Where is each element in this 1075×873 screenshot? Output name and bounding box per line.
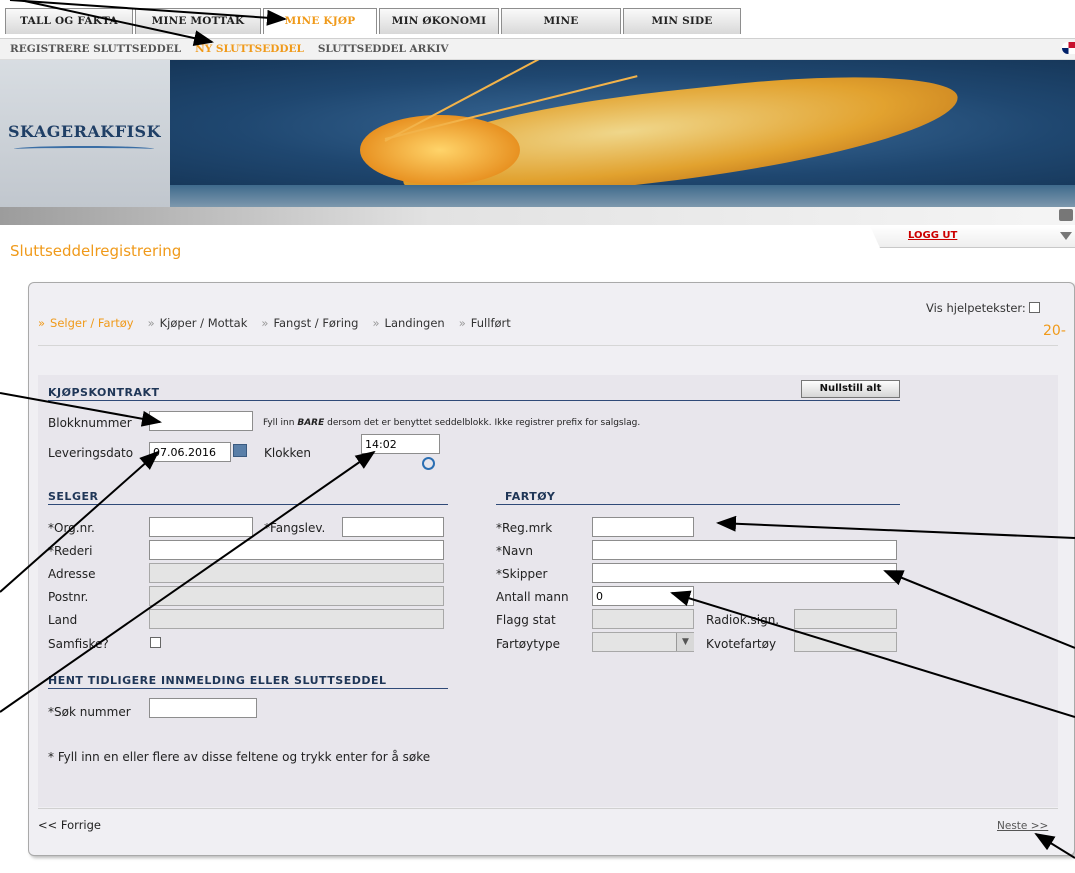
kvotefartoy-label: Kvotefartøy xyxy=(706,637,777,651)
tab-min-side[interactable]: MIN SIDE xyxy=(623,8,741,34)
section-divider xyxy=(48,688,448,689)
chevron-icon: » xyxy=(147,316,155,330)
fangslev-label: *Fangslev. xyxy=(264,521,326,535)
reset-all-button[interactable]: Nullstill alt xyxy=(801,380,900,398)
klokken-label: Klokken xyxy=(264,446,312,460)
klokken-input[interactable] xyxy=(361,434,440,454)
postnr-input[interactable] xyxy=(149,586,444,606)
section-title-hent: HENT TIDLIGERE INNMELDING ELLER SLUTTSED… xyxy=(48,674,387,687)
orgnr-label: *Org.nr. xyxy=(48,521,95,535)
seabed-image xyxy=(170,185,1075,207)
land-input[interactable] xyxy=(149,609,444,629)
skipper-input[interactable] xyxy=(592,563,897,583)
subnav-registrere-sluttseddel[interactable]: REGISTRERE SLUTTSEDDEL xyxy=(10,43,181,55)
banner-image: SKAGERAKFISK xyxy=(0,60,1075,207)
step-fangst-foring[interactable]: » Fangst / Føring xyxy=(261,316,358,330)
help-toggle: Vis hjelpetekster: xyxy=(926,301,1041,315)
blokknummer-label: Blokknummer xyxy=(48,416,132,430)
adresse-label: Adresse xyxy=(48,567,96,581)
printer-icon[interactable] xyxy=(1059,209,1073,221)
subnav-sluttseddel-arkiv[interactable]: SLUTTSEDDEL ARKIV xyxy=(318,43,449,55)
sub-navigation: REGISTRERE SLUTTSEDDEL NY SLUTTSEDDEL SL… xyxy=(0,38,1075,60)
chevron-icon: » xyxy=(458,316,466,330)
page-title: Sluttseddelregistrering xyxy=(10,242,182,260)
tab-mine-rapporter[interactable]: MINE RAPPORTER xyxy=(501,8,621,51)
orgnr-input[interactable] xyxy=(149,517,253,537)
radiok-sign-label: Radiok.sign. xyxy=(706,613,780,627)
step-landingen[interactable]: » Landingen xyxy=(372,316,444,330)
wizard-steps: » Selger / Fartøy » Kjøper / Mottak » Fangs… xyxy=(38,316,525,330)
grey-strip xyxy=(0,207,1075,225)
help-toggle-label: Vis hjelpetekster: xyxy=(926,301,1026,315)
calendar-icon[interactable] xyxy=(233,444,247,457)
blokknummer-note: Fyll inn BARE dersom det er benyttet sed… xyxy=(263,418,641,428)
chevron-down-icon[interactable]: ▼ xyxy=(676,633,694,651)
flagg-stat-label: Flagg stat xyxy=(496,613,556,627)
tab-mine-kjop[interactable]: MINE KJØP xyxy=(263,8,377,34)
kvotefartoy-input[interactable] xyxy=(794,632,897,652)
leveringsdato-input[interactable] xyxy=(149,442,231,462)
rederi-input[interactable] xyxy=(149,540,444,560)
navn-input[interactable] xyxy=(592,540,897,560)
divider xyxy=(38,808,1058,809)
chevron-icon: » xyxy=(261,316,269,330)
sok-nummer-input[interactable] xyxy=(149,698,257,718)
next-link[interactable]: Neste >> xyxy=(997,820,1048,832)
tab-min-okonomi[interactable]: MIN ØKONOMI xyxy=(379,8,499,34)
step-fullfort[interactable]: » Fullført xyxy=(459,316,511,330)
logout-bar xyxy=(870,226,1075,248)
leveringsdato-label: Leveringsdato xyxy=(48,446,134,460)
step-selger-fartoy[interactable]: » Selger / Fartøy xyxy=(38,316,134,330)
navn-label: *Navn xyxy=(496,544,534,558)
postnr-label: Postnr. xyxy=(48,590,89,604)
year-prefix: 20- xyxy=(1043,323,1066,339)
dropdown-arrow-icon[interactable] xyxy=(1060,232,1072,240)
chevron-icon: » xyxy=(38,316,46,330)
fartoytype-label: Fartøytype xyxy=(496,637,561,651)
land-label: Land xyxy=(48,613,78,627)
logout-link[interactable]: LOGG UT xyxy=(908,230,957,241)
section-divider xyxy=(48,400,900,401)
search-note: * Fyll inn en eller flere av disse felte… xyxy=(48,750,431,764)
fangslev-input[interactable] xyxy=(342,517,444,537)
section-divider xyxy=(496,504,900,505)
radiok-sign-input[interactable] xyxy=(794,609,897,629)
step-kjoper-mottak[interactable]: » Kjøper / Mottak xyxy=(148,316,248,330)
antall-mann-label: Antall mann xyxy=(496,590,569,604)
flagg-stat-input[interactable] xyxy=(592,609,694,629)
section-divider xyxy=(48,504,448,505)
main-tabs: TALL OG FAKTA MINE MOTTAK MINE KJØP MIN … xyxy=(5,8,743,51)
adresse-input[interactable] xyxy=(149,563,444,583)
help-checkbox[interactable] xyxy=(1029,302,1041,313)
divider xyxy=(38,345,1058,346)
clock-icon[interactable] xyxy=(422,457,435,470)
skipper-label: *Skipper xyxy=(496,567,548,581)
regmrk-label: *Reg.mrk xyxy=(496,521,553,535)
logo-wave-icon xyxy=(14,146,154,152)
sok-nummer-label: *Søk nummer xyxy=(48,705,131,719)
skagerakfisk-logo: SKAGERAKFISK xyxy=(8,122,162,141)
section-title-fartoy: FARTØY xyxy=(505,490,556,503)
samfiske-checkbox[interactable] xyxy=(150,637,161,648)
subnav-ny-sluttseddel[interactable]: NY SLUTTSEDDEL xyxy=(195,43,304,55)
chevron-icon: » xyxy=(372,316,380,330)
section-title-selger: SELGER xyxy=(48,490,99,503)
rederi-label: *Rederi xyxy=(48,544,93,558)
previous-link[interactable]: << Forrige xyxy=(38,818,101,832)
antall-mann-input[interactable] xyxy=(592,586,694,606)
tab-tall-og-fakta[interactable]: TALL OG FAKTA xyxy=(5,8,133,34)
tab-mine-mottak[interactable]: MINE MOTTAK xyxy=(135,8,261,34)
logo-block: SKAGERAKFISK xyxy=(0,60,170,207)
english-flag-icon[interactable] xyxy=(1062,42,1075,54)
samfiske-label: Samfiske? xyxy=(48,637,109,651)
blokknummer-input[interactable] xyxy=(149,411,253,431)
regmrk-input[interactable] xyxy=(592,517,694,537)
section-title-kjopskontrakt: KJØPSKONTRAKT xyxy=(48,386,160,399)
